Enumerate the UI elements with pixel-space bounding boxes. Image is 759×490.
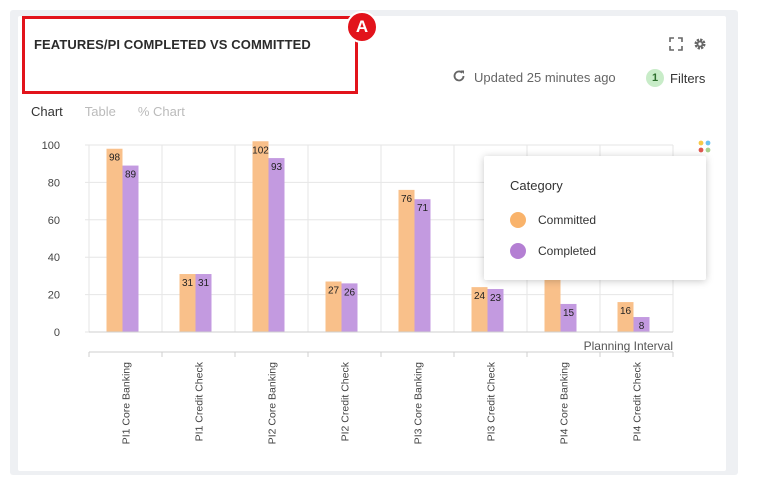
y-tick-label: 100 bbox=[42, 140, 60, 152]
bar-data-label: 89 bbox=[125, 170, 137, 181]
x-axis-title: Planning Interval bbox=[584, 339, 673, 353]
legend-label-committed: Committed bbox=[538, 213, 597, 227]
y-tick-label: 40 bbox=[48, 252, 60, 264]
bar-data-label: 71 bbox=[417, 203, 429, 214]
y-tick-label: 80 bbox=[48, 177, 60, 189]
x-tick-label: PI3 Credit Check bbox=[486, 361, 498, 441]
bar-committed bbox=[252, 141, 269, 332]
legend-label-completed: Completed bbox=[538, 244, 597, 258]
bar-data-label: 26 bbox=[344, 287, 356, 298]
x-tick-label: PI1 Core Banking bbox=[121, 362, 133, 444]
x-tick-label: PI3 Core Banking bbox=[413, 362, 425, 444]
legend-dot-committed bbox=[510, 212, 526, 228]
y-tick-label: 20 bbox=[48, 290, 60, 302]
bar-data-label: 31 bbox=[198, 278, 210, 289]
x-tick-label: PI4 Credit Check bbox=[632, 361, 644, 441]
bar-data-label: 15 bbox=[563, 308, 575, 319]
legend-item-committed[interactable]: Committed bbox=[510, 212, 596, 228]
bar-committed bbox=[106, 148, 123, 332]
bar-data-label: 8 bbox=[639, 321, 645, 332]
bar-data-label: 27 bbox=[328, 286, 340, 297]
bar-data-label: 102 bbox=[252, 145, 269, 156]
x-tick-label: PI2 Credit Check bbox=[340, 361, 352, 441]
legend-title: Category bbox=[510, 178, 563, 193]
y-tick-label: 0 bbox=[54, 327, 60, 339]
palette-icon[interactable] bbox=[698, 140, 714, 156]
bar-completed bbox=[268, 158, 285, 332]
bar-data-label: 24 bbox=[474, 291, 486, 302]
legend-dot-completed bbox=[510, 243, 526, 259]
bar-committed bbox=[398, 189, 415, 332]
bar-data-label: 31 bbox=[182, 278, 194, 289]
bar-data-label: 16 bbox=[620, 306, 632, 317]
legend-item-completed[interactable]: Completed bbox=[510, 243, 596, 259]
bar-data-label: 23 bbox=[490, 293, 502, 304]
bar-completed bbox=[414, 199, 431, 332]
y-tick-label: 60 bbox=[48, 215, 60, 227]
bar-completed bbox=[122, 165, 139, 332]
x-tick-label: PI4 Core Banking bbox=[559, 362, 571, 444]
x-tick-label: PI2 Core Banking bbox=[267, 362, 279, 444]
legend-popover: Category Committed Completed bbox=[484, 156, 706, 280]
bar-data-label: 98 bbox=[109, 153, 121, 164]
x-tick-label: PI1 Credit Check bbox=[194, 361, 206, 441]
bar-data-label: 76 bbox=[401, 194, 413, 205]
bar-data-label: 93 bbox=[271, 162, 283, 173]
